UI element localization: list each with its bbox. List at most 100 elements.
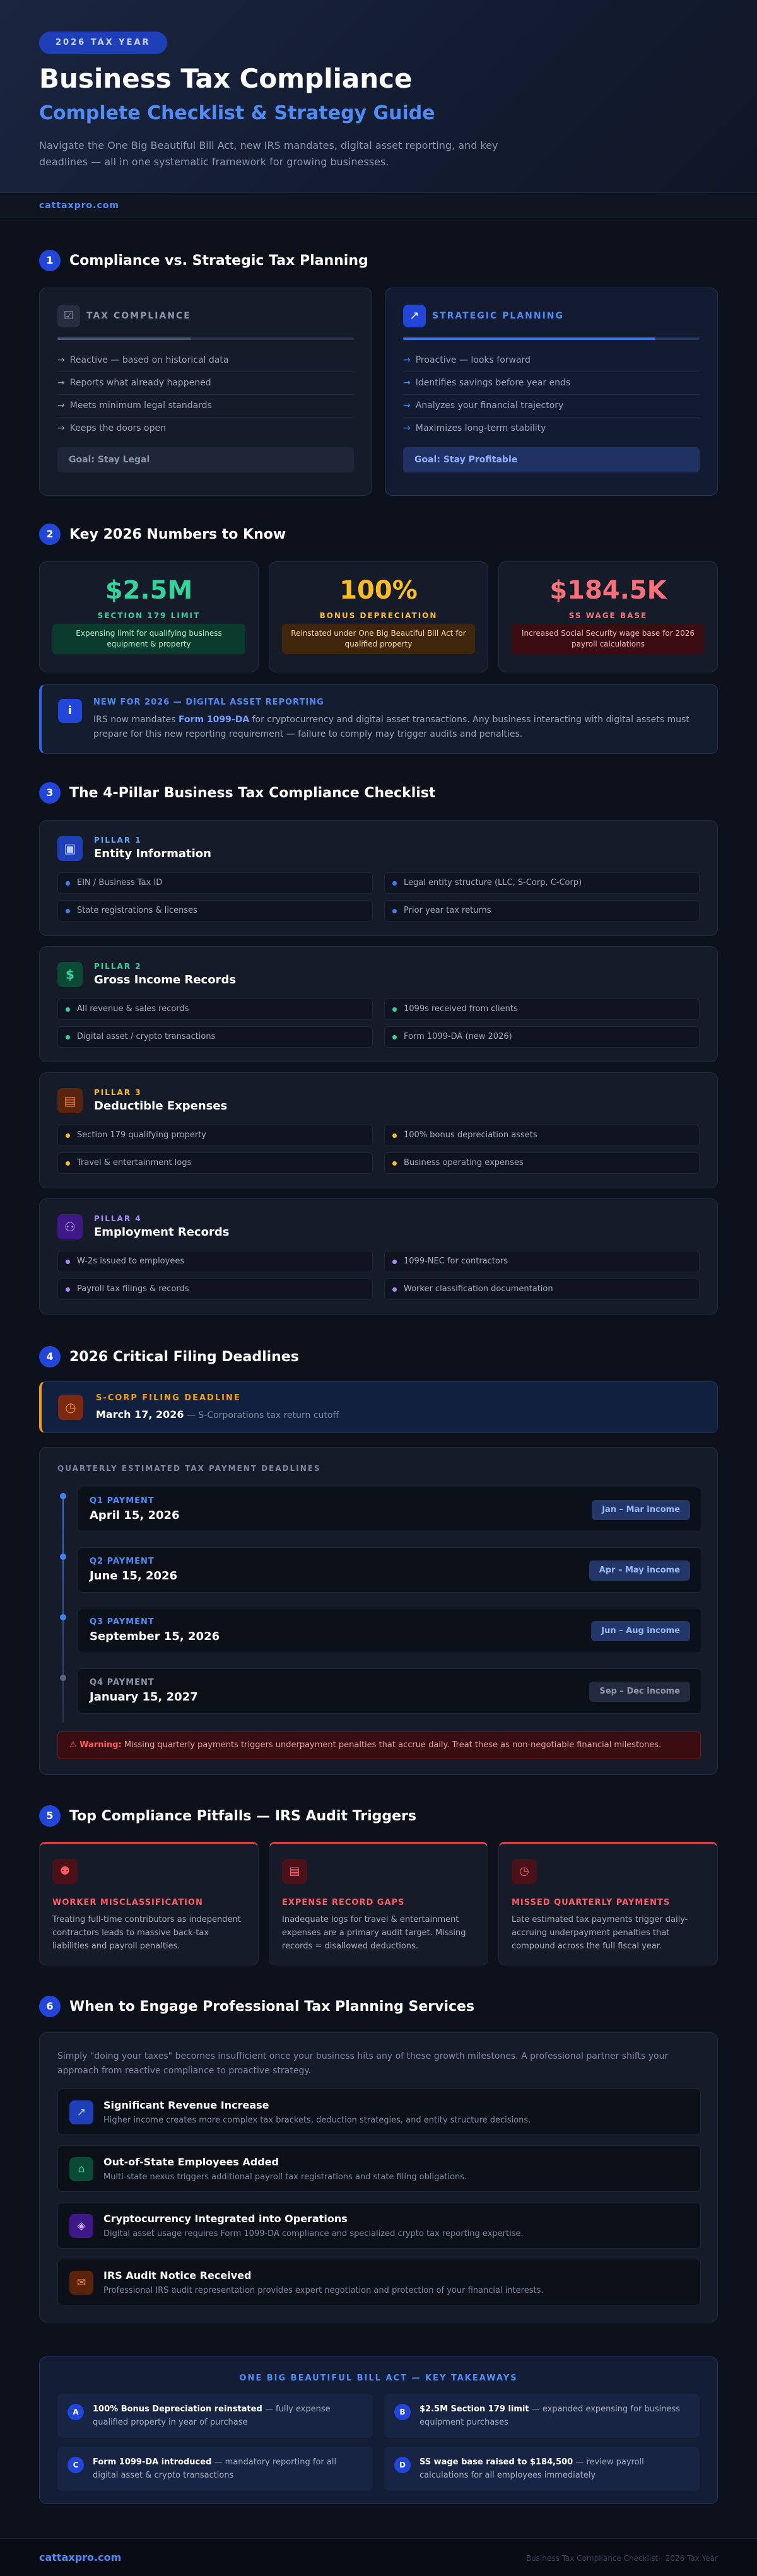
section-number: 3: [39, 782, 61, 804]
briefcase-icon: ▣: [57, 836, 83, 861]
payment-date: April 15, 2026: [90, 1509, 180, 1522]
takeaways-title: ONE BIG BEAUTIFUL BILL ACT — KEY TAKEAWA…: [239, 2374, 518, 2383]
trending-up-icon: ↗: [403, 305, 426, 327]
trigger-text: Higher income creates more complex tax b…: [103, 2116, 531, 2125]
goal-label: Goal: Stay Legal: [57, 447, 354, 472]
clock-icon: ◷: [58, 1395, 83, 1420]
trigger-revenue-increase: ↗ Significant Revenue Increase Higher in…: [57, 2088, 701, 2135]
income-period-badge: Sep – Dec income: [589, 1682, 690, 1702]
list-item: → Identifies savings before year ends: [403, 378, 571, 388]
stat-card-section-179: $2.5M SECTION 179 LIMIT Expensing limit …: [39, 561, 259, 672]
engage-intro: Simply "doing your taxes" becomes insuff…: [57, 2051, 669, 2076]
list-item: → Reactive — based on historical data: [57, 355, 229, 365]
deadline-date: March 17, 2026 — S-Corporations tax retu…: [96, 1408, 339, 1420]
trigger-out-of-state-employees: ⌂ Out-of-State Employees Added Multi-sta…: [57, 2145, 701, 2192]
pillar-gross-income-records: $ PILLAR 2 Gross Income Records All reve…: [39, 946, 718, 1062]
stat-label: SECTION 179 LIMIT: [97, 611, 201, 620]
checklist-item: 100% bonus depreciation assets: [384, 1125, 700, 1146]
file-icon: ▤: [282, 1859, 307, 1884]
income-period-badge: Jan – Mar income: [592, 1500, 690, 1520]
checklist-item: All revenue & sales records: [57, 998, 373, 1020]
hero-header: 2026 TAX YEAR Business Tax Compliance Co…: [0, 0, 757, 193]
list-item: → Meets minimum legal standards: [57, 401, 212, 411]
quarterly-row-q4: Q4 PAYMENT January 15, 2027 Sep – Dec in…: [78, 1668, 702, 1714]
timeline-dot: [60, 1614, 66, 1620]
pillar-title: Entity Information: [94, 847, 211, 860]
takeaway-item: C Form 1099-DA introduced — mandatory re…: [57, 2447, 373, 2491]
timeline-dot: [60, 1554, 66, 1560]
takeaway-text: Form 1099-DA introduced — mandatory repo…: [93, 2457, 337, 2480]
timeline-dot: [60, 1493, 66, 1499]
section-title: The 4-Pillar Business Tax Compliance Che…: [69, 785, 436, 801]
section-number: 6: [39, 1996, 61, 2017]
quarterly-row-q2: Q2 PAYMENT June 15, 2026 Apr – May incom…: [78, 1547, 702, 1593]
panel-heading: QUARTERLY ESTIMATED TAX PAYMENT DEADLINE…: [57, 1464, 321, 1473]
user-x-icon: ⚉: [52, 1859, 78, 1884]
checklist-item: Worker classification documentation: [384, 1279, 700, 1300]
trigger-title: Out-of-State Employees Added: [103, 2156, 279, 2168]
pitfall-missed-quarterly-payments: ◷ MISSED QUARTERLY PAYMENTS Late estimat…: [498, 1842, 718, 1965]
payment-label: Q3 PAYMENT: [90, 1617, 155, 1627]
checklist-item: Digital asset / crypto transactions: [57, 1026, 373, 1048]
pillar-employment-records: ⚇ PILLAR 4 Employment Records W-2s issue…: [39, 1198, 718, 1314]
takeaway-text: $2.5M Section 179 limit — expanded expen…: [420, 2404, 681, 2427]
list-item: → Reports what already happened: [57, 378, 211, 388]
section-title: 2026 Critical Filing Deadlines: [69, 1349, 299, 1365]
users-icon: ⚇: [57, 1214, 83, 1239]
quarterly-row-q3: Q3 PAYMENT September 15, 2026 Jun – Aug …: [78, 1608, 702, 1653]
tax-year-badge: 2026 TAX YEAR: [39, 32, 167, 54]
divider: [57, 417, 354, 418]
strategic-planning-card: ↗ STRATEGIC PLANNING → Proactive — looks …: [385, 288, 718, 496]
checklist-item: Legal entity structure (LLC, S-Corp, C-C…: [384, 872, 700, 894]
checklist-item: 1099-NEC for contractors: [384, 1251, 700, 1272]
domain-link[interactable]: cattaxpro.com: [39, 201, 119, 211]
stat-label: SS WAGE BASE: [568, 611, 648, 620]
list-item: → Maximizes long-term stability: [403, 423, 546, 433]
checklist-item: State registrations & licenses: [57, 900, 373, 922]
checklist-item: Travel & entertainment logs: [57, 1152, 373, 1174]
list-item: → Keeps the doors open: [57, 423, 166, 433]
checklist-item: Payroll tax filings & records: [57, 1279, 373, 1300]
page-subtitle: Complete Checklist & Strategy Guide: [39, 102, 435, 124]
checklist-item: Prior year tax returns: [384, 900, 700, 922]
s-corp-deadline-banner: ◷ S-CORP FILING DEADLINE March 17, 2026 …: [39, 1381, 718, 1433]
trigger-title: IRS Audit Notice Received: [103, 2269, 252, 2281]
list-item: → Analyzes your financial trajectory: [403, 401, 564, 411]
takeaway-letter: A: [67, 2404, 84, 2420]
trigger-irs-audit-notice: ✉ IRS Audit Notice Received Professional…: [57, 2259, 701, 2305]
stat-note: Expensing limit for qualifying business …: [52, 624, 245, 654]
progress-bar: [403, 337, 700, 340]
pitfall-title: MISSED QUARTERLY PAYMENTS: [512, 1898, 671, 1907]
domain-bar: cattaxpro.com: [0, 193, 757, 218]
alert-body: IRS now mandates Form 1099-DA for crypto…: [93, 715, 690, 739]
pillar-kicker: PILLAR 1: [94, 836, 142, 845]
income-period-badge: Jun – Aug income: [591, 1621, 690, 1641]
footer-domain-link[interactable]: cattaxpro.com: [39, 2551, 121, 2563]
payment-label: Q2 PAYMENT: [90, 1557, 155, 1566]
pitfall-text: Late estimated tax payments trigger dail…: [512, 1915, 688, 1951]
page: 2026 TAX YEAR Business Tax Compliance Co…: [0, 0, 757, 2576]
goal-label: Goal: Stay Profitable: [403, 447, 700, 472]
pitfall-text: Treating full-time contributors as indep…: [52, 1915, 241, 1951]
pitfall-title: WORKER MISCLASSIFICATION: [52, 1898, 203, 1907]
pitfall-title: EXPENSE RECORD GAPS: [282, 1898, 405, 1907]
section-number: 1: [39, 250, 61, 271]
pillar-title: Gross Income Records: [94, 973, 237, 986]
divider: [57, 394, 354, 395]
section-title: When to Engage Professional Tax Planning…: [69, 1999, 475, 2015]
card-title: STRATEGIC PLANNING: [432, 311, 564, 321]
checkbox-icon: ☑: [57, 305, 80, 327]
trigger-text: Professional IRS audit representation pr…: [103, 2286, 544, 2295]
footer-caption: Business Tax Compliance Checklist · 2026…: [525, 2554, 718, 2563]
takeaway-item: B $2.5M Section 179 limit — expanded exp…: [384, 2394, 700, 2438]
page-title: Business Tax Compliance: [39, 63, 413, 94]
divider: [403, 417, 700, 418]
section-number: 2: [39, 524, 61, 545]
checklist-item: Section 179 qualifying property: [57, 1125, 373, 1146]
checklist-item: 1099s received from clients: [384, 998, 700, 1020]
timeline-dot: [60, 1675, 66, 1681]
pillar-kicker: PILLAR 3: [94, 1088, 142, 1097]
stat-note: Reinstated under One Big Beautiful Bill …: [282, 624, 475, 654]
section-number: 5: [39, 1805, 61, 1827]
stat-value: $2.5M: [105, 576, 193, 605]
